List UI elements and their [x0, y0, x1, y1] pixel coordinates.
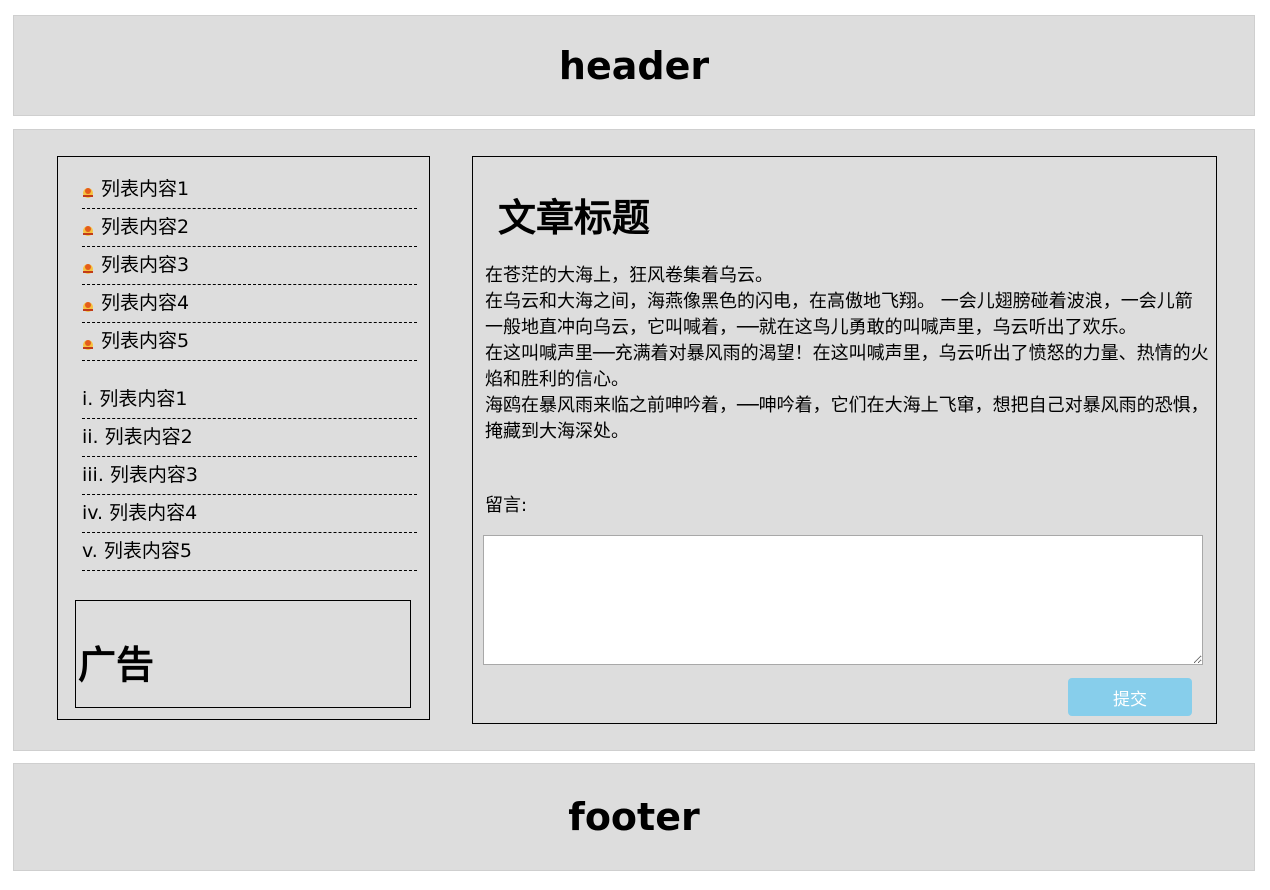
list-marker: iv. [82, 502, 104, 524]
flower-bullet-icon [82, 224, 94, 237]
comment-textarea[interactable] [483, 535, 1203, 665]
page-footer: footer [13, 763, 1255, 871]
article: 文章标题 在苍茫的大海上，狂风卷集着乌云。 在乌云和大海之间，海燕像黑色的闪电，… [472, 156, 1217, 724]
ad-box: 广告 [75, 600, 411, 708]
list-item-label: 列表内容2 [101, 216, 190, 238]
roman-list: i. 列表内容1 ii. 列表内容2 iii. 列表内容3 iv. 列表内容4 … [82, 381, 417, 571]
bullet-list: 列表内容1 列表内容2 列表内容3 列表内容4 列表内容5 [82, 171, 417, 361]
article-paragraph: 在乌云和大海之间，海燕像黑色的闪电，在高傲地飞翔。 一会儿翅膀碰着波浪，一会儿箭… [485, 291, 1193, 338]
article-title: 文章标题 [498, 196, 651, 240]
list-item-label: 列表内容2 [104, 426, 193, 448]
header-title: header [558, 43, 710, 88]
list-item-label: 列表内容4 [101, 292, 190, 314]
comment-label: 留言: [485, 495, 528, 516]
list-marker: i. [82, 388, 94, 410]
flower-bullet-icon [82, 338, 94, 351]
list-marker: v. [82, 540, 98, 562]
list-item: 列表内容3 [82, 247, 417, 285]
sidebar: 列表内容1 列表内容2 列表内容3 列表内容4 列表内容5 i. 列表内容1 i… [57, 156, 430, 720]
flower-bullet-icon [82, 186, 94, 199]
footer-title: footer [568, 795, 700, 839]
list-item-label: 列表内容3 [101, 254, 190, 276]
list-item-label: 列表内容4 [109, 502, 198, 524]
list-item-label: 列表内容1 [99, 388, 188, 410]
submit-button[interactable]: 提交 [1068, 678, 1192, 716]
list-marker: iii. [82, 464, 104, 486]
list-item-label: 列表内容5 [103, 540, 192, 562]
flower-bullet-icon [82, 300, 94, 313]
flower-bullet-icon [82, 262, 94, 275]
list-item: 列表内容2 [82, 209, 417, 247]
article-content: 在苍茫的大海上，狂风卷集着乌云。 在乌云和大海之间，海燕像黑色的闪电，在高傲地飞… [485, 263, 1209, 445]
list-item-label: 列表内容5 [101, 330, 190, 352]
list-item: v. 列表内容5 [82, 533, 417, 571]
list-item: iv. 列表内容4 [82, 495, 417, 533]
article-paragraph: 在这叫喊声里──充满着对暴风雨的渴望！在这叫喊声里，乌云听出了愤怒的力量、热情的… [485, 343, 1209, 390]
list-item-label: 列表内容1 [101, 178, 190, 200]
list-item: 列表内容4 [82, 285, 417, 323]
article-paragraph: 在苍茫的大海上，狂风卷集着乌云。 [485, 265, 773, 286]
ad-title: 广告 [78, 643, 155, 687]
list-item: 列表内容1 [82, 171, 417, 209]
list-item: iii. 列表内容3 [82, 457, 417, 495]
list-item: ii. 列表内容2 [82, 419, 417, 457]
main-section: 列表内容1 列表内容2 列表内容3 列表内容4 列表内容5 i. 列表内容1 i… [13, 129, 1255, 751]
article-paragraph: 海鸥在暴风雨来临之前呻吟着，──呻吟着，它们在大海上飞窜，想把自己对暴风雨的恐惧… [485, 395, 1209, 442]
list-item-label: 列表内容3 [109, 464, 198, 486]
page-header: header [13, 15, 1255, 116]
list-item: i. 列表内容1 [82, 381, 417, 419]
list-marker: ii. [82, 426, 99, 448]
list-item: 列表内容5 [82, 323, 417, 361]
